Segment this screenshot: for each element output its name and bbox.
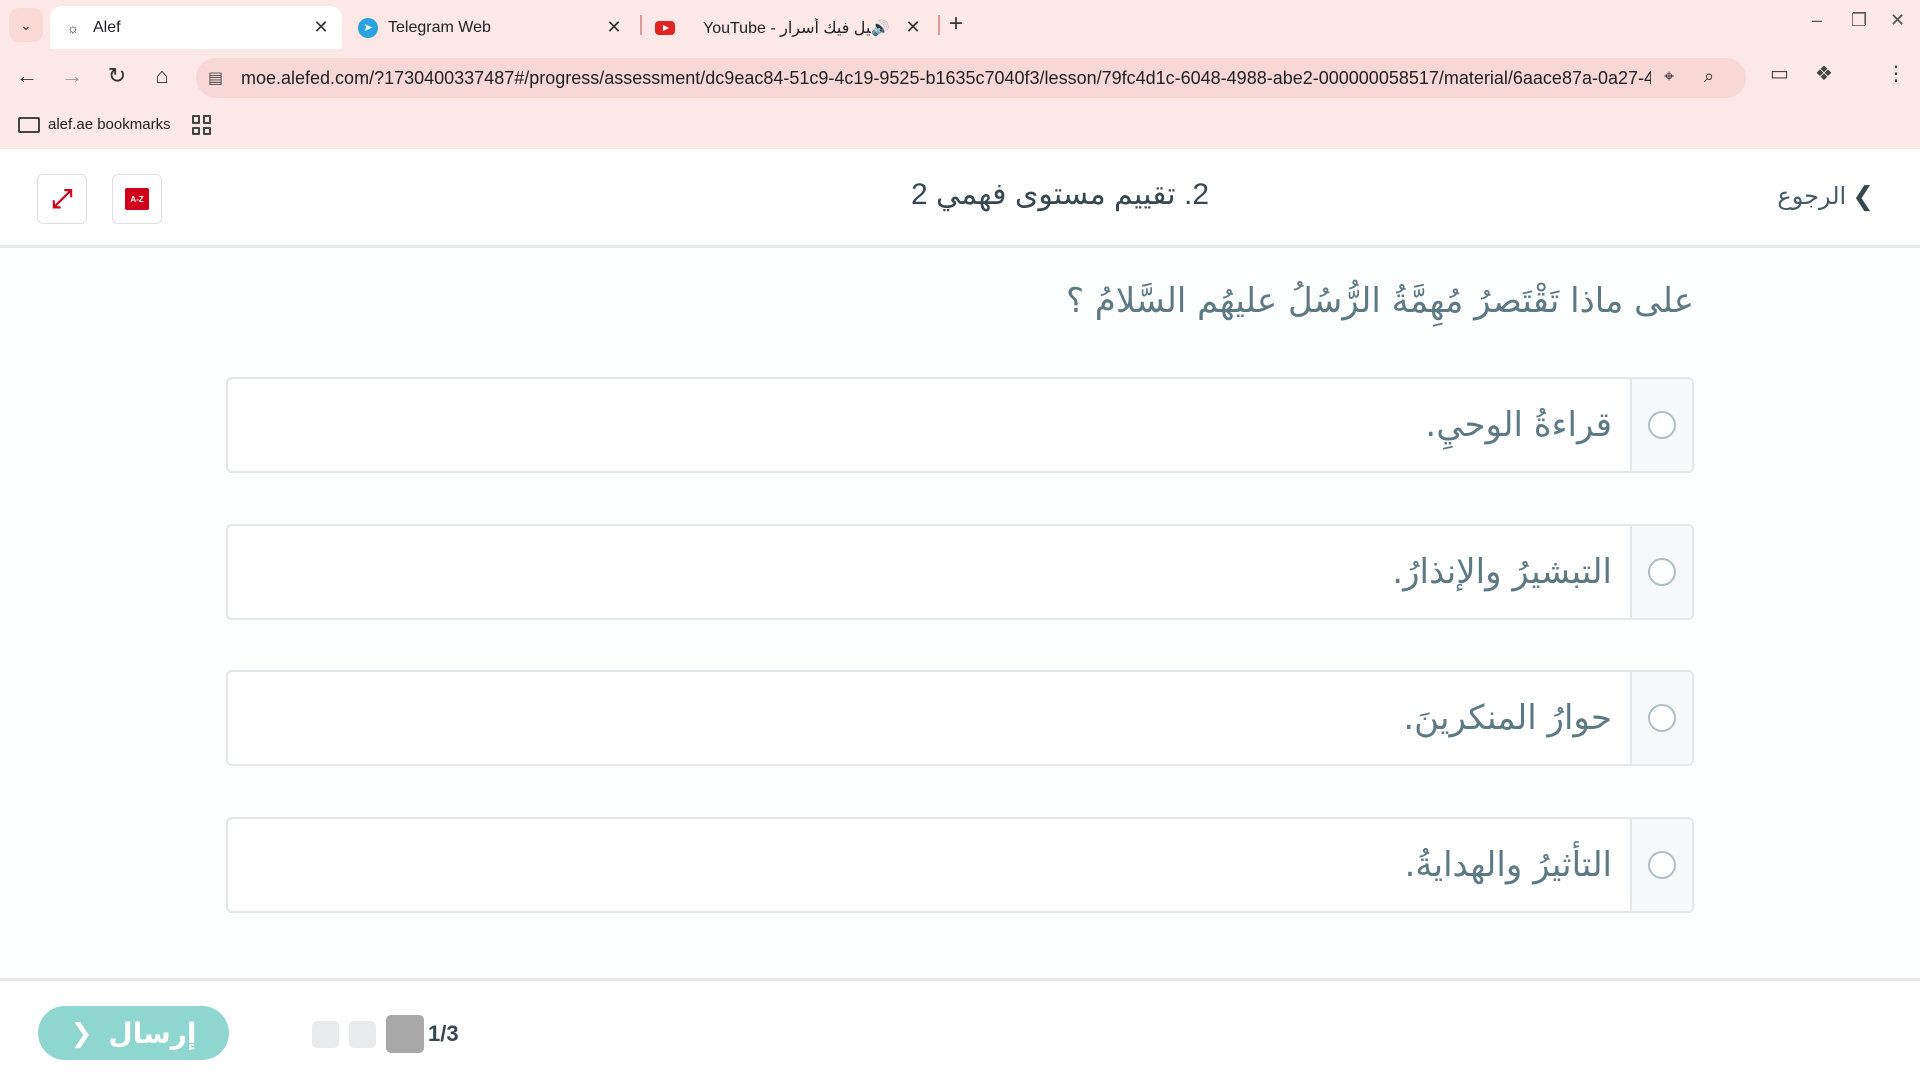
extensions-icon[interactable]: ❖ xyxy=(1815,61,1833,86)
tab-title: Telegram Web xyxy=(388,18,491,36)
page-count: 1/3 xyxy=(428,1021,459,1046)
page-dot[interactable] xyxy=(312,1020,339,1048)
answer-option-4[interactable]: التأثيرُ والهدايةُ. xyxy=(226,817,1694,913)
radio-cell[interactable] xyxy=(1630,379,1692,471)
close-icon[interactable]: ✕ xyxy=(603,17,625,38)
radio-cell[interactable] xyxy=(1630,526,1692,618)
option-label[interactable]: التأثيرُ والهدايةُ. xyxy=(228,819,1630,911)
bookmark-folder[interactable]: alef.ae bookmarks xyxy=(18,116,171,133)
close-icon[interactable]: ✕ xyxy=(310,17,332,38)
radio-button[interactable] xyxy=(1648,411,1676,439)
page-dot[interactable] xyxy=(349,1020,376,1048)
close-window-icon[interactable]: ✕ xyxy=(1890,10,1905,31)
lesson-header: ⤢ A-Z 2. تقييم مستوى فهمي 2 ❯ الرجوع xyxy=(0,149,1920,248)
alef-favicon-icon: ☼ xyxy=(66,19,80,36)
back-arrow-icon[interactable]: ← xyxy=(12,61,42,91)
menu-kebab-icon[interactable]: ⋮ xyxy=(1886,61,1906,86)
option-label[interactable]: التبشيرُ والإنذارُ. xyxy=(228,526,1630,618)
fullscreen-button[interactable]: ⤢ xyxy=(37,174,87,224)
option-label[interactable]: قراءةُ الوحيِ. xyxy=(228,379,1630,471)
question-text: على ماذا تَقْتَصرُ مُهِمَّةُ الرُّسُلُ ع… xyxy=(1065,281,1694,321)
dictionary-button[interactable]: A-Z xyxy=(112,174,162,224)
new-tab-button[interactable]: + xyxy=(949,10,963,38)
page-title: 2. تقييم مستوى فهمي 2 xyxy=(910,178,1210,211)
reload-icon[interactable]: ↻ xyxy=(102,61,132,91)
tab-title: YouTube - يا ليل فيك أسرار xyxy=(703,19,871,37)
bookmarks-bar: alef.ae bookmarks xyxy=(0,103,1920,149)
location-pin-icon[interactable]: ⌖ xyxy=(1664,66,1674,87)
answer-option-1[interactable]: قراءةُ الوحيِ. xyxy=(226,377,1694,473)
zoom-icon[interactable]: ⌕ xyxy=(1704,66,1714,87)
tab-alef[interactable]: ☼ Alef ✕ xyxy=(50,6,342,49)
radio-cell[interactable] xyxy=(1630,819,1692,911)
option-label[interactable]: حوارُ المنكرينَ. xyxy=(228,672,1630,764)
browser-toolbar: ← → ↻ ⌂ ▤ moe.alefed.com/?1730400337487#… xyxy=(0,49,1920,103)
address-bar[interactable]: ▤ moe.alefed.com/?1730400337487#/progres… xyxy=(196,58,1746,98)
folder-icon xyxy=(18,116,40,133)
question-pager: 1/3 xyxy=(312,1015,459,1053)
dictionary-icon: A-Z xyxy=(125,188,149,210)
tab-separator xyxy=(938,15,940,35)
back-label: الرجوع xyxy=(1777,183,1847,210)
site-info-icon[interactable]: ▤ xyxy=(208,68,223,88)
tab-telegram[interactable]: ➤ Telegram Web ✕ xyxy=(345,6,635,49)
forward-arrow-icon[interactable]: → xyxy=(57,61,87,91)
youtube-icon xyxy=(655,20,675,35)
tab-title: Alef xyxy=(93,18,121,36)
radio-button[interactable] xyxy=(1648,704,1676,732)
submit-button[interactable]: إرسال ❮ xyxy=(38,1006,229,1060)
bookmark-label: alef.ae bookmarks xyxy=(48,116,171,133)
cast-icon[interactable]: ▭ xyxy=(1770,61,1789,86)
close-icon[interactable]: ✕ xyxy=(902,17,924,38)
answer-option-3[interactable]: حوارُ المنكرينَ. xyxy=(226,670,1694,766)
home-icon[interactable]: ⌂ xyxy=(147,61,177,91)
chevron-left-icon: ❮ xyxy=(70,1017,93,1048)
tab-search-button[interactable]: ⌄ xyxy=(9,8,43,42)
browser-tab-bar: ⌄ ☼ Alef ✕ ➤ Telegram Web ✕ YouTube - يا… xyxy=(0,0,1920,49)
restore-icon[interactable]: ❐ xyxy=(1851,10,1867,31)
page-dot-current[interactable] xyxy=(386,1015,424,1053)
url-text[interactable]: moe.alefed.com/?1730400337487#/progress/… xyxy=(241,68,1651,89)
minimize-icon[interactable]: – xyxy=(1812,10,1822,31)
question-area: على ماذا تَقْتَصرُ مُهِمَّةُ الرُّسُلُ ع… xyxy=(0,251,1920,981)
radio-button[interactable] xyxy=(1648,851,1676,879)
assessment-footer: إرسال ❮ 1/3 xyxy=(0,978,1920,1080)
radio-cell[interactable] xyxy=(1630,672,1692,764)
tab-youtube[interactable]: YouTube - يا ليل فيك أسرار 🔊 ✕ xyxy=(642,6,934,49)
expand-icon: ⤢ xyxy=(51,183,73,213)
chevron-right-icon: ❯ xyxy=(1852,181,1874,211)
answer-option-2[interactable]: التبشيرُ والإنذارُ. xyxy=(226,524,1694,620)
speaker-icon[interactable]: 🔊 xyxy=(871,19,890,37)
submit-label: إرسال xyxy=(108,1017,197,1049)
back-button[interactable]: ❯ الرجوع xyxy=(1777,181,1874,212)
radio-button[interactable] xyxy=(1648,558,1676,586)
telegram-icon: ➤ xyxy=(358,17,378,38)
chevron-down-icon: ⌄ xyxy=(20,16,32,33)
apps-grid-icon[interactable] xyxy=(192,115,212,135)
